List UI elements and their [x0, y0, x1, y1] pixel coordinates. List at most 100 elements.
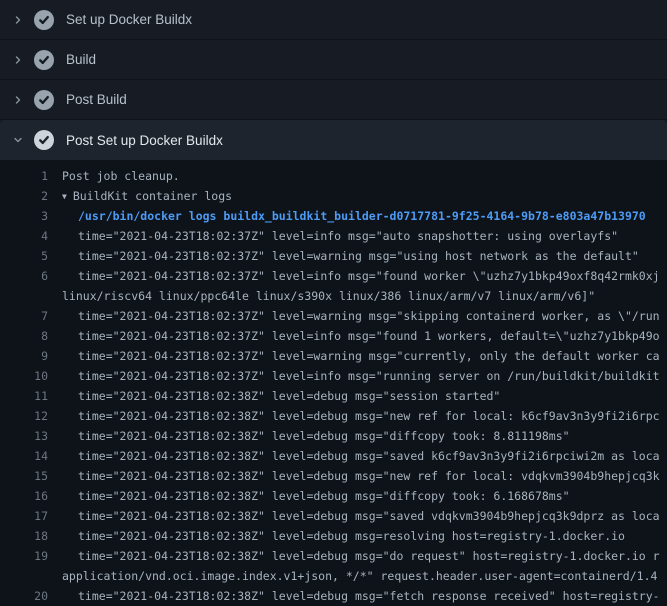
command-text: /usr/bin/docker logs buildx_buildkit_bui…: [78, 209, 646, 223]
line-number: [0, 566, 48, 586]
log-text-container: time="2021-04-23T18:02:37Z" level=info m…: [48, 266, 660, 286]
log-line: 8 time="2021-04-23T18:02:37Z" level=info …: [0, 326, 667, 346]
log-text-container: time="2021-04-23T18:02:37Z" level=info m…: [48, 226, 618, 246]
chevron-right-icon[interactable]: [12, 92, 24, 108]
log-text: time="2021-04-23T18:02:37Z" level=warnin…: [78, 309, 660, 323]
log-text: BuildKit container logs: [73, 189, 232, 203]
line-number[interactable]: 2: [0, 186, 48, 206]
log-text: time="2021-04-23T18:02:37Z" level=warnin…: [78, 349, 660, 363]
log-text-container: linux/riscv64 linux/ppc64le linux/s390x …: [48, 286, 595, 306]
line-number[interactable]: 5: [0, 246, 48, 266]
line-number[interactable]: 7: [0, 306, 48, 326]
log-line: 16 time="2021-04-23T18:02:38Z" level=debu…: [0, 486, 667, 506]
log-text-container: time="2021-04-23T18:02:38Z" level=debug …: [48, 386, 500, 406]
log-text-container: time="2021-04-23T18:02:38Z" level=debug …: [48, 426, 570, 446]
log-line: 20 time="2021-04-23T18:02:38Z" level=debu…: [0, 586, 667, 606]
line-number[interactable]: 9: [0, 346, 48, 366]
check-circle-icon: [34, 90, 54, 110]
log-text: time="2021-04-23T18:02:38Z" level=debug …: [78, 529, 625, 543]
log-line: 12 time="2021-04-23T18:02:38Z" level=debu…: [0, 406, 667, 426]
line-number[interactable]: 17: [0, 506, 48, 526]
line-number[interactable]: 8: [0, 326, 48, 346]
step-title: Post Build: [66, 92, 127, 107]
log-line: 3/usr/bin/docker logs buildx_buildkit_bu…: [0, 206, 667, 226]
log-text: time="2021-04-23T18:02:38Z" level=debug …: [78, 549, 660, 563]
line-number[interactable]: 15: [0, 466, 48, 486]
log-text: time="2021-04-23T18:02:38Z" level=debug …: [78, 509, 660, 523]
log-text: time="2021-04-23T18:02:38Z" level=debug …: [78, 589, 660, 603]
log-line: 5 time="2021-04-23T18:02:37Z" level=warni…: [0, 246, 667, 266]
line-number[interactable]: 10: [0, 366, 48, 386]
log-line: 11time="2021-04-23T18:02:38Z" level=debu…: [0, 386, 667, 406]
workflow-job-log-panel: Set up Docker Buildx Build Post Build Post …: [0, 0, 667, 606]
log-text: time="2021-04-23T18:02:38Z" level=debug …: [78, 409, 660, 423]
log-text: time="2021-04-23T18:02:38Z" level=debug …: [78, 489, 570, 503]
step-title: Set up Docker Buildx: [66, 12, 192, 27]
log-text-container: Post job cleanup.: [48, 166, 180, 186]
log-text-container: /usr/bin/docker logs buildx_buildkit_bui…: [48, 206, 646, 226]
log-line: 10 time="2021-04-23T18:02:37Z" level=info…: [0, 366, 667, 386]
log-text: time="2021-04-23T18:02:37Z" level=info m…: [78, 269, 660, 283]
log-line: 18 time="2021-04-23T18:02:38Z" level=debu…: [0, 526, 667, 546]
log-text: time="2021-04-23T18:02:37Z" level=warnin…: [78, 249, 639, 263]
line-number[interactable]: 19: [0, 546, 48, 566]
line-number[interactable]: 3: [0, 206, 48, 226]
log-text-container: application/vnd.oci.image.index.v1+json,…: [48, 566, 657, 586]
line-number[interactable]: 20: [0, 586, 48, 606]
log-text: Post job cleanup.: [62, 169, 180, 183]
log-text: application/vnd.oci.image.index.v1+json,…: [62, 569, 657, 583]
log-text: time="2021-04-23T18:02:37Z" level=info m…: [78, 329, 660, 343]
log-line: 2 ▼ BuildKit container logs: [0, 186, 667, 206]
log-text-container: time="2021-04-23T18:02:38Z" level=debug …: [48, 506, 660, 526]
step-row-set-up-docker-buildx[interactable]: Set up Docker Buildx: [0, 0, 667, 40]
line-number: [0, 286, 48, 306]
log-text-container: time="2021-04-23T18:02:37Z" level=info m…: [48, 326, 660, 346]
log-text-container: time="2021-04-23T18:02:38Z" level=debug …: [48, 526, 625, 546]
chevron-down-icon[interactable]: [12, 132, 24, 148]
chevron-right-icon[interactable]: [12, 12, 24, 28]
line-number[interactable]: 12: [0, 406, 48, 426]
log-text: time="2021-04-23T18:02:37Z" level=info m…: [78, 369, 660, 383]
line-number[interactable]: 11: [0, 386, 48, 406]
line-number[interactable]: 18: [0, 526, 48, 546]
log-text-container: time="2021-04-23T18:02:38Z" level=debug …: [48, 486, 570, 506]
line-number[interactable]: 14: [0, 446, 48, 466]
log-line: 14 time="2021-04-23T18:02:38Z" level=debu…: [0, 446, 667, 466]
log-text: time="2021-04-23T18:02:38Z" level=debug …: [78, 429, 570, 443]
log-line: 19 time="2021-04-23T18:02:38Z" level=debu…: [0, 546, 667, 566]
log-text: time="2021-04-23T18:02:38Z" level=debug …: [78, 469, 660, 483]
log-text-container: time="2021-04-23T18:02:38Z" level=debug …: [48, 586, 660, 606]
step-row-post-build[interactable]: Post Build: [0, 80, 667, 120]
log-text-container: ▼ BuildKit container logs: [48, 186, 232, 206]
log-text-container: time="2021-04-23T18:02:37Z" level=warnin…: [48, 346, 660, 366]
log-line: 6 time="2021-04-23T18:02:37Z" level=info …: [0, 266, 667, 286]
log-text-container: time="2021-04-23T18:02:38Z" level=debug …: [48, 546, 660, 566]
log-line: 17 time="2021-04-23T18:02:38Z" level=debu…: [0, 506, 667, 526]
log-text-container: time="2021-04-23T18:02:37Z" level=warnin…: [48, 246, 639, 266]
log-text-container: time="2021-04-23T18:02:38Z" level=debug …: [48, 466, 660, 486]
log-text-container: time="2021-04-23T18:02:37Z" level=info m…: [48, 366, 660, 386]
line-number[interactable]: 6: [0, 266, 48, 286]
check-circle-icon: [34, 50, 54, 70]
log-line: 1 Post job cleanup.: [0, 166, 667, 186]
steps-list: Set up Docker Buildx Build Post Build Post …: [0, 0, 667, 160]
log-line: 13 time="2021-04-23T18:02:38Z" level=debu…: [0, 426, 667, 446]
group-collapse-triangle-icon[interactable]: ▼: [62, 187, 67, 206]
step-row-build[interactable]: Build: [0, 40, 667, 80]
line-number[interactable]: 4: [0, 226, 48, 246]
log-line: application/vnd.oci.image.index.v1+json,…: [0, 566, 667, 586]
chevron-right-icon[interactable]: [12, 52, 24, 68]
step-row-post-set-up-docker-buildx[interactable]: Post Set up Docker Buildx: [0, 120, 667, 160]
line-number[interactable]: 16: [0, 486, 48, 506]
log-text-container: time="2021-04-23T18:02:37Z" level=warnin…: [48, 306, 660, 326]
check-circle-icon: [34, 10, 54, 30]
log-line: 15 time="2021-04-23T18:02:38Z" level=debu…: [0, 466, 667, 486]
log-text: linux/riscv64 linux/ppc64le linux/s390x …: [62, 289, 595, 303]
log-text-container: time="2021-04-23T18:02:38Z" level=debug …: [48, 406, 660, 426]
log-output: 1 Post job cleanup. 2 ▼ BuildKit container l…: [0, 160, 667, 606]
line-number[interactable]: 13: [0, 426, 48, 446]
step-title: Build: [66, 52, 96, 67]
log-text: time="2021-04-23T18:02:38Z" level=debug …: [78, 449, 660, 463]
log-line: 7 time="2021-04-23T18:02:37Z" level=warni…: [0, 306, 667, 326]
line-number[interactable]: 1: [0, 166, 48, 186]
